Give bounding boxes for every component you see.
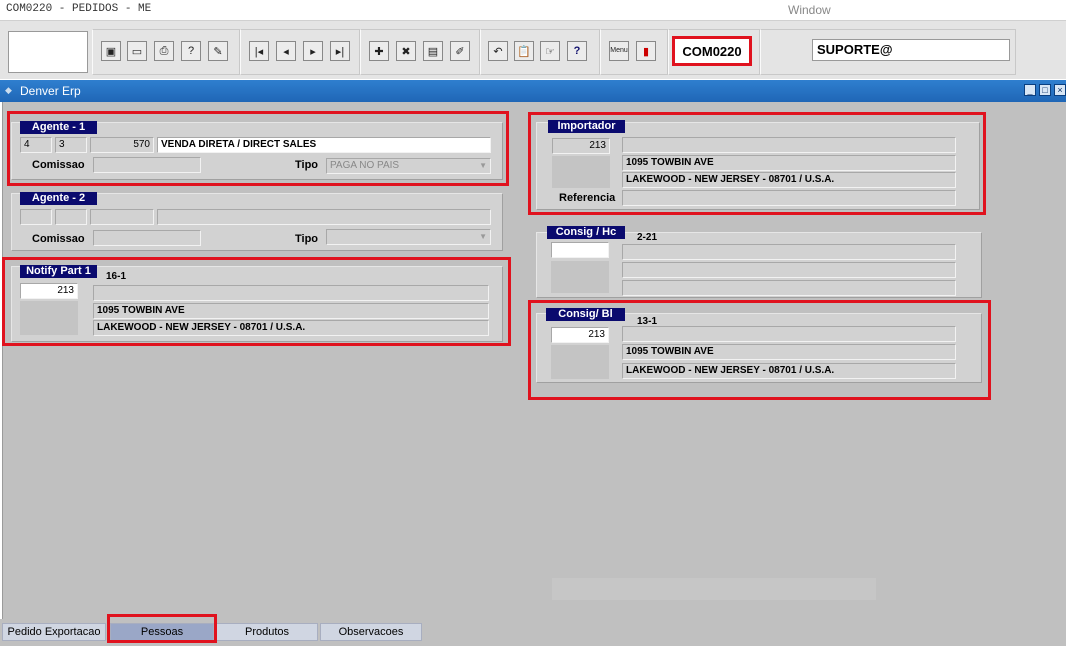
agente2-name[interactable] <box>157 209 491 225</box>
query-icon[interactable]: ? <box>181 41 201 61</box>
first-record-icon[interactable]: |◂ <box>249 41 269 61</box>
logo-area <box>8 31 88 73</box>
clear-icon[interactable]: ✐ <box>450 41 470 61</box>
tab-produtos[interactable]: Produtos <box>216 623 318 641</box>
consig-hc-line2[interactable] <box>622 262 956 278</box>
agente2-field-1[interactable] <box>20 209 52 225</box>
tab-observacoes[interactable]: Observacoes <box>320 623 422 641</box>
agente2-field-2[interactable] <box>55 209 87 225</box>
highlight-notify <box>2 257 511 346</box>
consig-hc-line1[interactable] <box>622 244 956 260</box>
agente2-title: Agente - 2 <box>20 192 97 205</box>
consig-hc-title: Consig / Hc <box>547 226 625 239</box>
status-area <box>552 578 876 600</box>
consig-hc-image <box>551 261 609 293</box>
agente2-tipo-label: Tipo <box>295 233 319 245</box>
exit-icon[interactable]: ▮ <box>636 41 656 61</box>
user-field: SUPORTE@ <box>812 39 1010 61</box>
insert-record-icon[interactable]: ✚ <box>369 41 389 61</box>
consig-hc-line3[interactable] <box>622 280 956 296</box>
consig-hc-ref: 2-21 <box>637 232 658 243</box>
highlight-importador <box>528 112 986 215</box>
last-record-icon[interactable]: ▸| <box>330 41 350 61</box>
agente2-code[interactable] <box>90 209 154 225</box>
tab-pedido-exportacao[interactable]: Pedido Exportacao <box>2 623 106 641</box>
close-icon[interactable]: × <box>1054 84 1066 96</box>
delete-record-icon[interactable]: ✖ <box>396 41 416 61</box>
previous-record-icon[interactable]: ◂ <box>276 41 296 61</box>
agente2-tipo-select[interactable]: ▼ <box>326 229 491 245</box>
consig-hc-code[interactable] <box>551 242 609 258</box>
agente2-comissao-label: Comissao <box>32 233 85 245</box>
print-icon[interactable]: ⎙ <box>154 41 174 61</box>
app-titlebar: COM0220 - PEDIDOS - ME Window <box>0 0 1066 20</box>
minimize-icon[interactable]: _ <box>1024 84 1036 96</box>
mdi-titlebar: ◆ Denver Erp _ □ × <box>0 80 1066 102</box>
maximize-icon[interactable]: □ <box>1039 84 1051 96</box>
clipboard-icon[interactable]: 📋 <box>514 41 534 61</box>
mdi-title: Denver Erp <box>20 84 81 98</box>
highlight-tab-pessoas <box>107 614 217 643</box>
form-code: COM0220 <box>672 36 752 66</box>
menu-icon[interactable]: Menu <box>609 41 629 61</box>
agente2-comissao-field[interactable] <box>93 230 201 246</box>
execute-query-icon[interactable]: ✎ <box>208 41 228 61</box>
menu-icon-label: Menu <box>610 47 628 54</box>
help-icon[interactable]: ? <box>567 41 587 61</box>
chevron-down-icon: ▼ <box>479 232 487 241</box>
list-values-icon[interactable]: ▤ <box>423 41 443 61</box>
window-menu[interactable]: Window <box>788 3 831 17</box>
window-icon[interactable]: ▭ <box>127 41 147 61</box>
pointer-icon[interactable]: ☞ <box>540 41 560 61</box>
undo-icon[interactable]: ↶ <box>488 41 508 61</box>
app-title: COM0220 - PEDIDOS - ME <box>6 3 152 15</box>
save-icon[interactable]: ▣ <box>101 41 121 61</box>
app-window-icon: ◆ <box>5 85 12 95</box>
highlight-consig-bl <box>528 300 991 400</box>
highlight-agente1 <box>7 111 509 186</box>
next-record-icon[interactable]: ▸ <box>303 41 323 61</box>
